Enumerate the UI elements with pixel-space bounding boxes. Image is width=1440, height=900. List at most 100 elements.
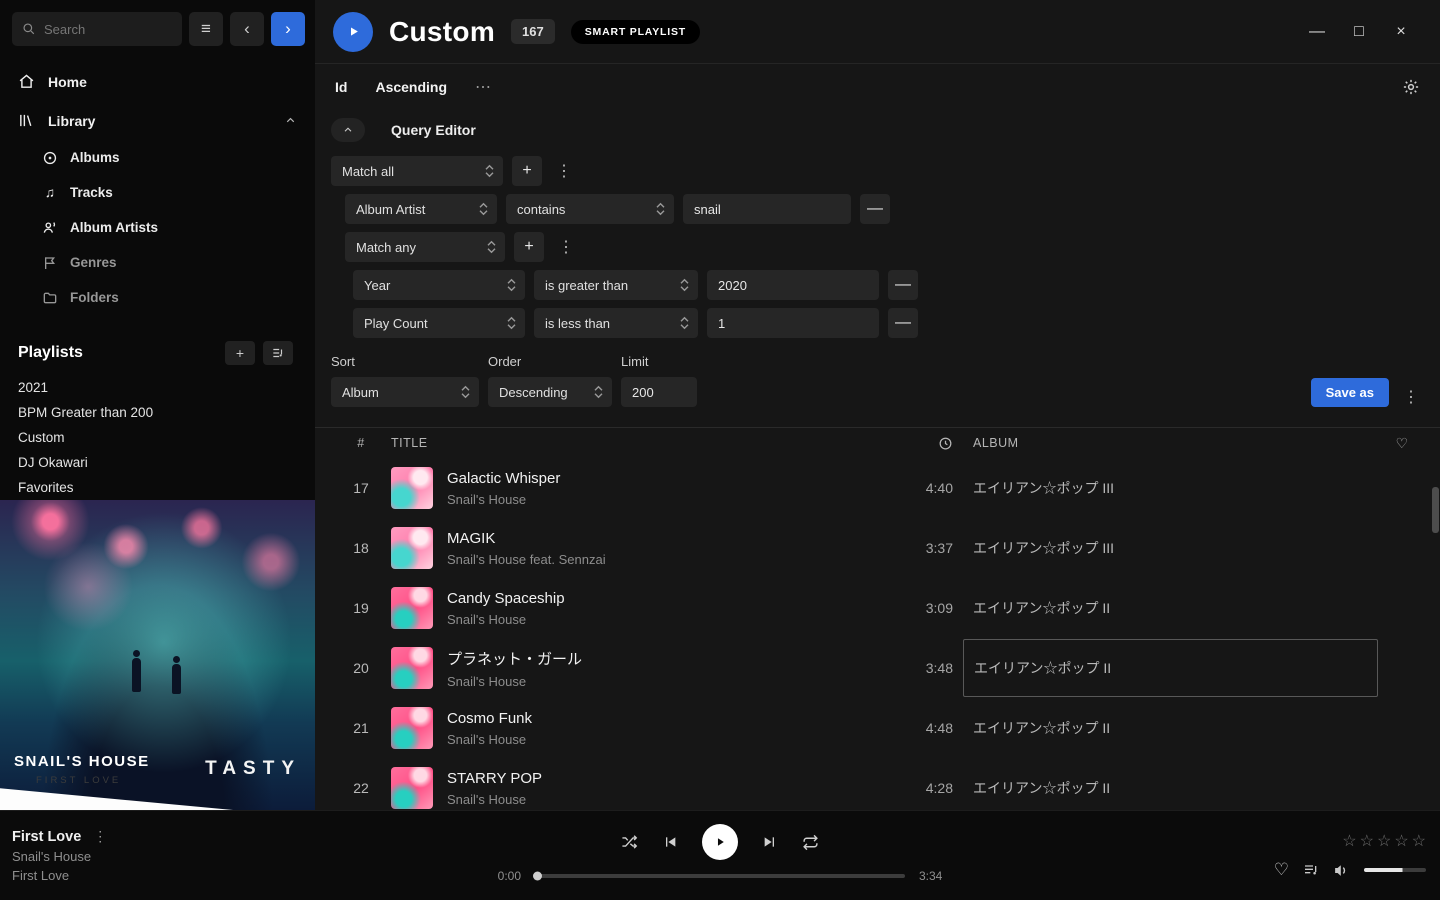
rule-field-select[interactable]: Year [353, 270, 525, 300]
playlist-item[interactable]: Favorites [0, 475, 315, 500]
sidebar-item-folders[interactable]: Folders [0, 280, 315, 315]
table-row[interactable]: 18 MAGIK Snail's House feat. Sennzai 3:3… [315, 518, 1440, 578]
track-album[interactable]: エイリアン☆ポップ III [963, 458, 1378, 518]
volume-slider[interactable] [1364, 868, 1426, 872]
rule-field-select[interactable]: Play Count [353, 308, 525, 338]
rule-value-input[interactable] [683, 194, 851, 224]
track-album[interactable]: エイリアン☆ポップ II [963, 698, 1378, 758]
rule-operator-select[interactable]: contains [506, 194, 674, 224]
now-playing-artwork[interactable]: SNAIL'S HOUSE FIRST LOVE TASTY [0, 500, 315, 810]
remove-rule-button[interactable]: — [888, 308, 918, 338]
add-playlist-button[interactable]: + [225, 341, 255, 365]
track-album[interactable]: エイリアン☆ポップ III [963, 518, 1378, 578]
search-box[interactable] [12, 12, 182, 46]
sidebar-item-genres[interactable]: Genres [0, 245, 315, 280]
table-row[interactable]: 19 Candy Spaceship Snail's House 3:09 エイ… [315, 578, 1440, 638]
playlist-item[interactable]: DJ Okawari [0, 450, 315, 475]
sidebar-item-library[interactable]: Library [0, 101, 315, 140]
table-row[interactable]: 17 Galactic Whisper Snail's House 4:40 エ… [315, 458, 1440, 518]
remove-rule-button[interactable]: — [888, 270, 918, 300]
table-row[interactable]: 21 Cosmo Funk Snail's House 4:48 エイリアン☆ポ… [315, 698, 1440, 758]
album-column-header[interactable]: ALBUM [963, 436, 1378, 450]
now-playing-menu-button[interactable]: ⋮ [93, 828, 107, 845]
track-album-focused[interactable]: エイリアン☆ポップ II [963, 639, 1378, 697]
track-album[interactable]: エイリアン☆ポップ II [963, 578, 1378, 638]
star-icon[interactable]: ☆ [1360, 831, 1374, 851]
table-row[interactable]: 22 STARRY POP Snail's House 4:28 エイリアン☆ポ… [315, 758, 1440, 810]
remove-rule-button[interactable]: — [860, 194, 890, 224]
sidebar-item-tracks[interactable]: ♫ Tracks [0, 175, 315, 210]
collapse-query-editor-button[interactable] [331, 118, 365, 142]
play-pause-button[interactable] [702, 824, 738, 860]
playlist-item[interactable]: 2021 [0, 375, 315, 400]
plus-icon: + [524, 238, 533, 256]
track-artwork [391, 767, 433, 809]
favorite-column-header[interactable]: ♡ [1378, 435, 1426, 452]
save-as-button[interactable]: Save as [1311, 378, 1389, 407]
play-playlist-button[interactable] [333, 12, 373, 52]
group-options-button[interactable]: ⋮ [553, 237, 579, 257]
rule-operator-select[interactable]: is greater than [534, 270, 698, 300]
index-column-header[interactable]: # [331, 436, 391, 450]
track-album[interactable]: エイリアン☆ポップ II [963, 758, 1378, 810]
favorite-button[interactable]: ♡ [1274, 860, 1289, 880]
search-input[interactable] [44, 22, 172, 37]
menu-button[interactable]: ≡ [189, 12, 223, 46]
playlist-item[interactable]: BPM Greater than 200 [0, 400, 315, 425]
scrollbar-thumb[interactable] [1432, 487, 1439, 533]
order-select[interactable]: Descending [488, 377, 612, 407]
toolbar-more-button[interactable]: ⋯ [475, 77, 493, 97]
star-icon[interactable]: ☆ [1394, 831, 1408, 851]
repeat-button[interactable] [802, 834, 819, 851]
sort-order-control[interactable]: Ascending [375, 79, 447, 95]
add-rule-button[interactable]: + [512, 156, 542, 186]
sort-options-button[interactable]: ⋮ [1398, 387, 1424, 407]
rule-value-input[interactable] [707, 308, 879, 338]
sort-field-control[interactable]: Id [335, 79, 347, 95]
star-icon[interactable]: ☆ [1342, 831, 1356, 851]
rule-value-input[interactable] [707, 270, 879, 300]
query-rule-row: Year is greater than — [353, 270, 1424, 300]
limit-input[interactable] [621, 377, 697, 407]
sidebar-item-home[interactable]: Home [0, 62, 315, 101]
track-title: プラネット・ガール [447, 648, 873, 669]
next-track-button[interactable] [762, 834, 778, 850]
maximize-button[interactable]: □ [1342, 17, 1376, 47]
playlist-list-button[interactable] [263, 341, 293, 365]
volume-button[interactable] [1333, 862, 1350, 879]
rule-field-select[interactable]: Album Artist [345, 194, 497, 224]
sidebar-item-albums[interactable]: Albums [0, 140, 315, 175]
queue-button[interactable] [1303, 862, 1319, 878]
close-button[interactable]: × [1384, 17, 1418, 47]
sort-select[interactable]: Album [331, 377, 479, 407]
playlist-item[interactable]: Custom [0, 425, 315, 450]
minus-icon: — [895, 276, 911, 294]
shuffle-button[interactable] [621, 834, 638, 851]
table-row[interactable]: 20 プラネット・ガール Snail's House 3:48 エイリアン☆ポッ… [315, 638, 1440, 698]
title-column-header[interactable]: TITLE [391, 436, 873, 450]
settings-button[interactable] [1402, 78, 1420, 96]
playlists-list: 2021 BPM Greater than 200 Custom DJ Okaw… [0, 375, 315, 500]
seek-bar[interactable] [535, 874, 905, 878]
group-match-mode-select[interactable]: Match any [345, 232, 505, 262]
track-artwork [391, 467, 433, 509]
star-icon[interactable]: ☆ [1377, 831, 1391, 851]
previous-track-button[interactable] [662, 834, 678, 850]
nav-forward-button[interactable]: › [271, 12, 305, 46]
rule-options-button[interactable]: ⋮ [551, 161, 577, 181]
select-value: is less than [545, 316, 610, 331]
track-artwork [391, 527, 433, 569]
rule-operator-select[interactable]: is less than [534, 308, 698, 338]
duration-column-header[interactable] [938, 436, 963, 451]
star-icon[interactable]: ☆ [1412, 831, 1426, 851]
total-time: 3:34 [919, 869, 955, 883]
select-value: contains [517, 202, 565, 217]
add-group-rule-button[interactable]: + [514, 232, 544, 262]
sidebar-item-album-artists[interactable]: Album Artists [0, 210, 315, 245]
seek-handle[interactable] [533, 872, 542, 881]
minimize-button[interactable]: — [1300, 17, 1334, 47]
track-index: 22 [331, 780, 391, 796]
nav-back-button[interactable]: ‹ [230, 12, 264, 46]
match-mode-select[interactable]: Match all [331, 156, 503, 186]
select-chevrons-icon [485, 164, 494, 178]
